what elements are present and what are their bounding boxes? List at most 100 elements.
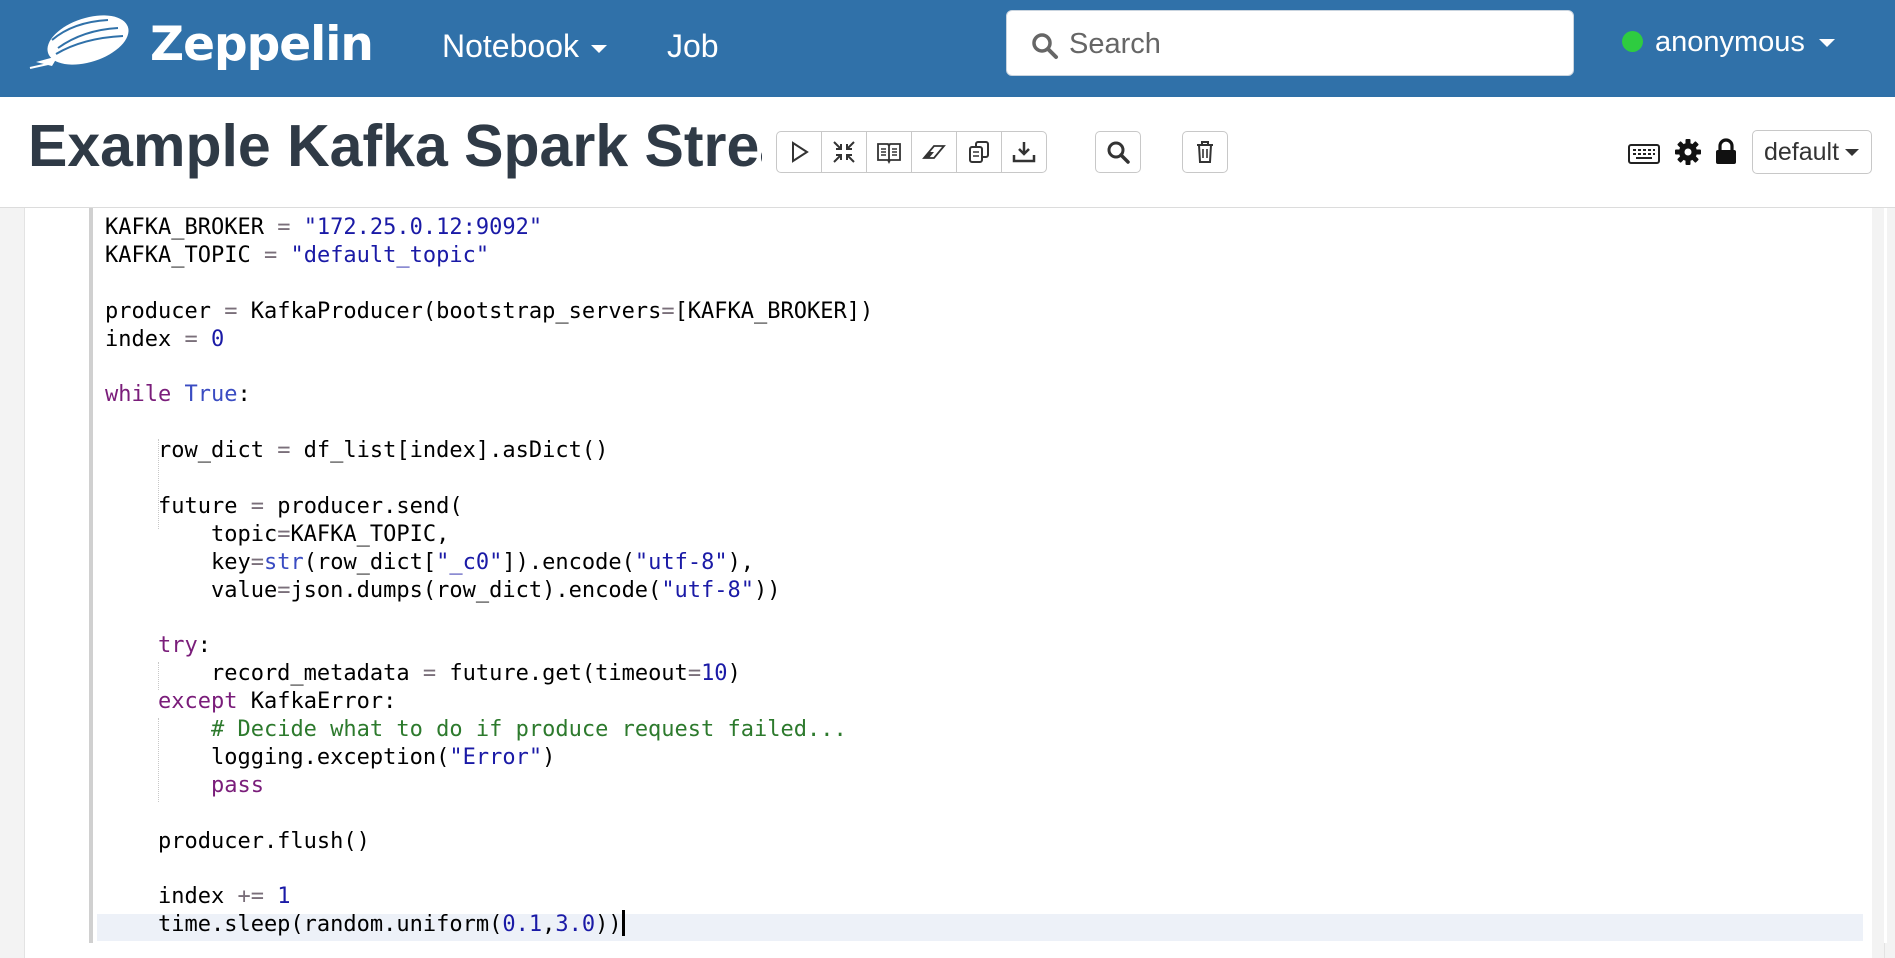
code-token: KAFKA_BROKER — [105, 215, 278, 240]
code-token: = — [277, 577, 291, 603]
code-token: 0 — [210, 326, 225, 352]
code-token: producer.flush() — [105, 828, 370, 854]
delete-icon — [1197, 141, 1213, 163]
code-token: future — [105, 493, 251, 519]
delete-group — [1182, 131, 1228, 173]
hide-code-icon — [833, 141, 855, 163]
code-line: except KafkaError: — [105, 688, 873, 716]
code-token: = — [184, 326, 198, 352]
connection-status-dot — [1622, 31, 1643, 53]
code-line: producer = KafkaProducer(bootstrap_serve… — [105, 298, 873, 326]
brand-name[interactable]: Zeppelin — [150, 14, 374, 76]
code-token: try — [157, 633, 198, 659]
notebook-menu[interactable]: Notebook — [442, 22, 607, 70]
code-token: pass — [210, 772, 264, 798]
interpreter-binding-select[interactable]: default — [1752, 130, 1872, 174]
code-token: except — [157, 689, 238, 715]
code-token: str — [263, 549, 304, 575]
notebook-title[interactable]: Example Kafka Spark Stream — [28, 111, 762, 181]
search-icon — [1032, 33, 1058, 59]
keyboard-shortcuts-button[interactable] — [1627, 137, 1661, 171]
export-notebook-button[interactable] — [1001, 131, 1047, 173]
code-token: KafkaProducer(bootstrap_servers — [237, 298, 662, 324]
code-token: KAFKA_TOPIC, — [290, 521, 450, 547]
code-line: topic=KAFKA_TOPIC, — [105, 521, 873, 549]
code-token: df_list[index].asDict() — [290, 438, 609, 464]
code-token: index — [105, 884, 238, 910]
code-token: = — [277, 215, 291, 240]
code-token: = — [250, 493, 264, 519]
hide-output-button[interactable] — [866, 131, 912, 173]
notebook-actions — [776, 131, 1047, 173]
delete-notebook-button[interactable] — [1182, 131, 1228, 173]
code-token: "172.25.0.12:9092" — [303, 215, 543, 240]
vertical-scrollbar[interactable] — [1872, 208, 1884, 958]
code-token: "utf-8" — [661, 577, 755, 603]
run-all-button[interactable] — [776, 131, 822, 173]
code-token: 10 — [701, 661, 728, 687]
code-editor[interactable]: KAFKA_BROKER = "172.25.0.12:9092" KAFKA_T… — [89, 208, 1887, 943]
text-cursor — [621, 910, 625, 937]
code-line: logging.exception("Error") — [105, 744, 873, 772]
top-navbar: Zeppelin Notebook Job anonymous — [0, 0, 1895, 97]
search-code-button[interactable] — [1095, 131, 1141, 173]
paragraph-cell: KAFKA_BROKER = "172.25.0.12:9092" KAFKA_T… — [24, 208, 1887, 958]
code-token: = — [224, 298, 238, 324]
user-name: anonymous — [1655, 26, 1805, 58]
search-box — [1006, 10, 1574, 76]
user-menu[interactable]: anonymous — [1622, 20, 1835, 64]
lock-icon — [1716, 138, 1736, 164]
run-all-icon — [792, 141, 809, 163]
code-line: future = producer.send( — [105, 493, 873, 521]
code-token: ) — [727, 661, 741, 687]
code-token: True — [184, 382, 238, 408]
code-token: )) — [595, 912, 622, 938]
code-token: = — [277, 438, 291, 464]
code-token: = — [263, 242, 278, 268]
permissions-button[interactable] — [1709, 135, 1743, 169]
export-icon — [1012, 142, 1036, 163]
clone-notebook-button[interactable] — [956, 131, 1002, 173]
code-token: future.get(timeout — [436, 661, 688, 687]
code-token: = — [687, 661, 702, 687]
code-line: producer.flush() — [105, 828, 873, 856]
code-token: "Error" — [449, 744, 543, 770]
clear-output-button[interactable] — [911, 131, 957, 173]
job-link[interactable]: Job — [667, 22, 719, 70]
code-token: = — [250, 549, 264, 575]
hide-code-button[interactable] — [821, 131, 867, 173]
code-line: # Decide what to do if produce request f… — [105, 716, 873, 744]
code-token: 3.0 — [555, 912, 596, 938]
code-token: "utf-8" — [634, 549, 728, 575]
code-line: record_metadata = future.get(timeout=10) — [105, 660, 873, 688]
notebook-content: KAFKA_BROKER = "172.25.0.12:9092" KAFKA_T… — [0, 208, 1895, 958]
code-line: value=json.dumps(row_dict).encode("utf-8… — [105, 577, 873, 605]
chevron-down-icon — [1818, 39, 1835, 48]
notebook-menu-label: Notebook — [442, 28, 579, 64]
chevron-down-icon — [590, 44, 607, 53]
interpreter-binding-value: default — [1764, 138, 1840, 166]
code-line: row_dict = df_list[index].asDict() — [105, 437, 873, 465]
code-text: KAFKA_BROKER = "172.25.0.12:9092" KAFKA_T… — [105, 214, 873, 939]
search-code-group — [1095, 131, 1141, 173]
search-input[interactable] — [1067, 19, 1551, 69]
code-token: KAFKA_TOPIC — [105, 242, 264, 268]
code-token: topic — [105, 521, 278, 547]
code-line: try: — [105, 632, 873, 660]
code-line: KAFKA_BROKER = "172.25.0.12:9092" — [105, 214, 873, 242]
notebook-header: Example Kafka Spark Stream — [0, 97, 1895, 208]
settings-button[interactable] — [1671, 135, 1705, 169]
zeppelin-logo-icon[interactable] — [28, 10, 133, 76]
